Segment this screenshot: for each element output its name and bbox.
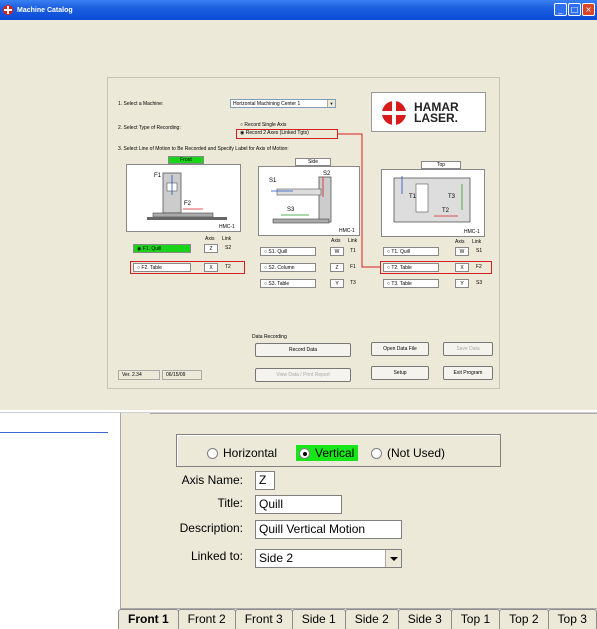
- axis-name-label: Axis Name:: [181, 473, 243, 487]
- description-field[interactable]: Quill Vertical Motion: [255, 520, 402, 539]
- tab-front-1[interactable]: Front 1: [118, 609, 179, 629]
- vertical-radio[interactable]: Vertical: [296, 445, 359, 461]
- chevron-down-icon[interactable]: [385, 550, 401, 567]
- view-data-button[interactable]: View Data / Print Report: [255, 368, 351, 382]
- linked-to-value: Side 2: [259, 551, 294, 565]
- tab-side-1[interactable]: Side 1: [291, 609, 346, 629]
- tab-top-2[interactable]: Top 2: [499, 609, 549, 629]
- tab-top-1[interactable]: Top 1: [450, 609, 501, 629]
- open-data-file-button[interactable]: Open Data File: [371, 342, 429, 356]
- horizontal-radio[interactable]: Horizontal: [207, 445, 277, 461]
- machine-catalog-panel: 1. Select a Machine: Horizontal Machinin…: [107, 77, 500, 389]
- data-recording-label: Data Recording: [252, 334, 287, 340]
- version-label: Ver. 2.34: [118, 370, 160, 380]
- accent-line: [0, 432, 108, 433]
- exit-program-button[interactable]: Exit Program: [443, 366, 493, 380]
- tab-top-3[interactable]: Top 3: [547, 609, 597, 629]
- tab-side-3[interactable]: Side 3: [397, 609, 452, 629]
- title-label: Title:: [217, 496, 243, 510]
- radio-icon: [207, 447, 218, 459]
- horizontal-label: Horizontal: [223, 446, 278, 460]
- group-border: [150, 413, 597, 414]
- tab-side-2[interactable]: Side 2: [344, 609, 399, 629]
- vertical-label: Vertical: [315, 446, 355, 460]
- app-icon: [3, 5, 13, 15]
- tab-front-3[interactable]: Front 3: [234, 609, 293, 629]
- radio-icon: [371, 447, 382, 459]
- maximize-button[interactable]: □: [568, 3, 581, 16]
- record-data-button[interactable]: Record Data: [255, 343, 351, 357]
- description-label: Description:: [179, 521, 243, 535]
- tab-front-2[interactable]: Front 2: [177, 609, 236, 629]
- axis-detail-dialog: Horizontal Vertical (Not Used) Axis Name…: [120, 413, 597, 629]
- linked-to-select[interactable]: Side 2: [255, 549, 402, 568]
- linked-to-label: Linked to:: [190, 549, 243, 563]
- title-field[interactable]: Quill: [255, 495, 342, 514]
- close-button[interactable]: ×: [582, 3, 595, 16]
- axis-name-field[interactable]: Z: [255, 471, 275, 490]
- minimize-button[interactable]: _: [554, 3, 567, 16]
- setup-button[interactable]: Setup: [371, 366, 429, 380]
- window-title: Machine Catalog: [17, 6, 73, 14]
- not-used-label: (Not Used): [387, 446, 446, 460]
- title-bar: Machine Catalog _ □ ×: [0, 0, 597, 20]
- tab-bar: Front 1 Front 2 Front 3 Side 1 Side 2 Si…: [118, 609, 597, 629]
- not-used-radio[interactable]: (Not Used): [371, 445, 445, 461]
- orientation-group: Horizontal Vertical (Not Used): [176, 434, 501, 467]
- date-label: 06/15/09: [162, 370, 202, 380]
- save-data-button[interactable]: Save Data: [443, 342, 493, 356]
- radio-selected-icon: [299, 447, 310, 459]
